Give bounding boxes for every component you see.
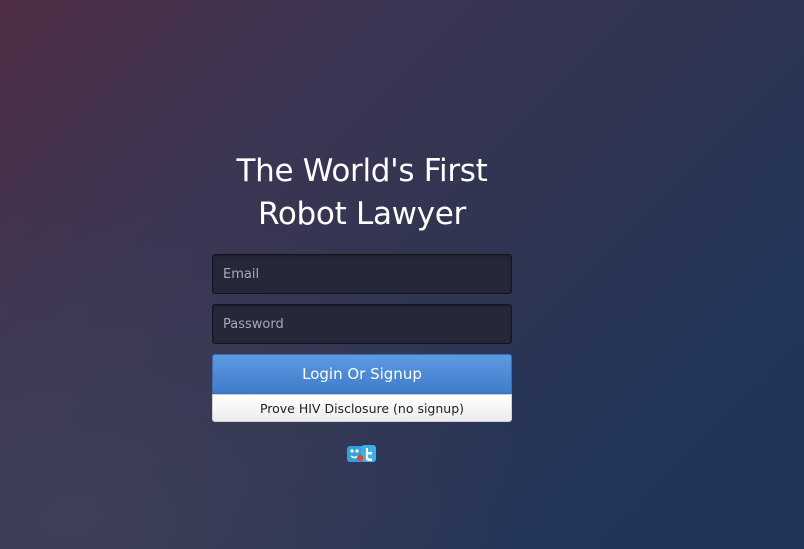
title-line-1: The World's First bbox=[236, 153, 488, 189]
prove-hiv-disclosure-button[interactable]: Prove HIV Disclosure (no signup) bbox=[212, 394, 512, 422]
page-title: The World's First Robot Lawyer bbox=[212, 150, 512, 236]
password-field[interactable] bbox=[212, 304, 512, 344]
title-line-2: Robot Lawyer bbox=[258, 196, 466, 232]
twitter-login-icon bbox=[347, 445, 376, 462]
email-field[interactable] bbox=[212, 254, 512, 294]
twitter-login-button[interactable] bbox=[347, 445, 376, 463]
login-signup-button[interactable]: Login Or Signup bbox=[212, 354, 512, 394]
